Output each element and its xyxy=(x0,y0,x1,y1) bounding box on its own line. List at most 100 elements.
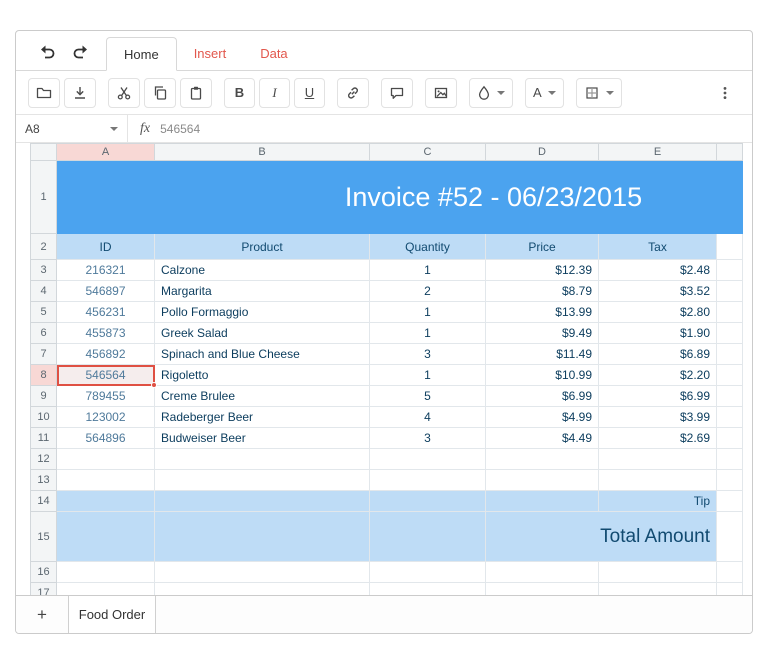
cell-C13[interactable] xyxy=(370,470,486,491)
cell-stub[interactable] xyxy=(717,386,743,407)
font-color-button[interactable]: A xyxy=(525,78,564,108)
cell-D7[interactable]: $11.49 xyxy=(486,344,599,365)
cell-B7[interactable]: Spinach and Blue Cheese xyxy=(155,344,370,365)
cell-A16[interactable] xyxy=(57,562,155,583)
cell-C17[interactable] xyxy=(370,583,486,596)
cell-A5[interactable]: 456231 xyxy=(57,302,155,323)
cell-B4[interactable]: Margarita xyxy=(155,281,370,302)
cell-A6[interactable]: 455873 xyxy=(57,323,155,344)
sheet-tab-food-order[interactable]: Food Order xyxy=(68,596,156,633)
row-header-16[interactable]: 16 xyxy=(31,562,57,583)
cell-E16[interactable] xyxy=(599,562,717,583)
add-sheet-button[interactable]: + xyxy=(16,596,68,633)
cell-C5[interactable]: 1 xyxy=(370,302,486,323)
cell-B2[interactable]: Product xyxy=(155,234,370,260)
cell-C14[interactable] xyxy=(370,491,486,512)
cell-A9[interactable]: 789455 xyxy=(57,386,155,407)
cell-D6[interactable]: $9.49 xyxy=(486,323,599,344)
comment-button[interactable] xyxy=(381,78,413,108)
row-header-4[interactable]: 4 xyxy=(31,281,57,302)
cell-A12[interactable] xyxy=(57,449,155,470)
cell-D4[interactable]: $8.79 xyxy=(486,281,599,302)
cell-A1-merged-title[interactable]: Invoice #52 - 06/23/2015 xyxy=(57,161,743,234)
cell-A8[interactable]: 546564 xyxy=(57,365,155,386)
cell-C7[interactable]: 3 xyxy=(370,344,486,365)
cell-B3[interactable]: Calzone xyxy=(155,260,370,281)
cell-stub[interactable] xyxy=(717,583,743,596)
row-header-9[interactable]: 9 xyxy=(31,386,57,407)
cell-B13[interactable] xyxy=(155,470,370,491)
cell-stub[interactable] xyxy=(717,449,743,470)
cell-E13[interactable] xyxy=(599,470,717,491)
cell-B15[interactable] xyxy=(155,512,370,562)
cell-B12[interactable] xyxy=(155,449,370,470)
cell-E8[interactable]: $2.20 xyxy=(599,365,717,386)
cell-stub[interactable] xyxy=(717,562,743,583)
cell-B10[interactable]: Radeberger Beer xyxy=(155,407,370,428)
cell-D8[interactable]: $10.99 xyxy=(486,365,599,386)
cell-A3[interactable]: 216321 xyxy=(57,260,155,281)
cell-A14[interactable] xyxy=(57,491,155,512)
cell-B14[interactable] xyxy=(155,491,370,512)
corner-cell[interactable] xyxy=(31,144,57,161)
column-header-B[interactable]: B xyxy=(155,144,370,161)
cell-E10[interactable]: $3.99 xyxy=(599,407,717,428)
undo-button[interactable] xyxy=(38,43,56,59)
underline-button[interactable]: U xyxy=(294,78,325,108)
cell-A10[interactable]: 123002 xyxy=(57,407,155,428)
cell-C9[interactable]: 5 xyxy=(370,386,486,407)
fill-handle[interactable] xyxy=(151,382,157,388)
cell-A15[interactable] xyxy=(57,512,155,562)
export-button[interactable] xyxy=(64,78,96,108)
cell-stub[interactable] xyxy=(717,365,743,386)
row-header-17[interactable]: 17 xyxy=(31,583,57,596)
cell-D2[interactable]: Price xyxy=(486,234,599,260)
cell-E5[interactable]: $2.80 xyxy=(599,302,717,323)
row-header-8[interactable]: 8 xyxy=(31,365,57,386)
tab-data[interactable]: Data xyxy=(243,37,304,70)
cell-E7[interactable]: $6.89 xyxy=(599,344,717,365)
paste-button[interactable] xyxy=(180,78,212,108)
cell-C4[interactable]: 2 xyxy=(370,281,486,302)
borders-button[interactable] xyxy=(576,78,622,108)
cell-E2[interactable]: Tax xyxy=(599,234,717,260)
row-header-7[interactable]: 7 xyxy=(31,344,57,365)
cut-button[interactable] xyxy=(108,78,140,108)
tab-home[interactable]: Home xyxy=(106,37,177,71)
cell-A4[interactable]: 546897 xyxy=(57,281,155,302)
bold-button[interactable]: B xyxy=(224,78,255,108)
cell-D5[interactable]: $13.99 xyxy=(486,302,599,323)
row-header-1[interactable]: 1 xyxy=(31,161,57,234)
cell-D11[interactable]: $4.49 xyxy=(486,428,599,449)
row-header-15[interactable]: 15 xyxy=(31,512,57,562)
link-button[interactable] xyxy=(337,78,369,108)
cell-stub[interactable] xyxy=(717,512,743,562)
cell-D10[interactable]: $4.99 xyxy=(486,407,599,428)
open-button[interactable] xyxy=(28,78,60,108)
copy-button[interactable] xyxy=(144,78,176,108)
fill-color-button[interactable] xyxy=(469,78,513,108)
cell-stub[interactable] xyxy=(717,281,743,302)
cell-B5[interactable]: Pollo Formaggio xyxy=(155,302,370,323)
cell-E15-total-amount[interactable]: Total Amount xyxy=(486,512,717,562)
cell-stub[interactable] xyxy=(717,491,743,512)
cell-A11[interactable]: 564896 xyxy=(57,428,155,449)
cell-D14[interactable] xyxy=(486,491,599,512)
row-header-3[interactable]: 3 xyxy=(31,260,57,281)
cell-E12[interactable] xyxy=(599,449,717,470)
cell-C12[interactable] xyxy=(370,449,486,470)
cell-stub[interactable] xyxy=(717,323,743,344)
formula-input[interactable]: 546564 xyxy=(160,122,752,136)
row-header-10[interactable]: 10 xyxy=(31,407,57,428)
column-header-D[interactable]: D xyxy=(486,144,599,161)
row-header-14[interactable]: 14 xyxy=(31,491,57,512)
cell-A17[interactable] xyxy=(57,583,155,596)
cell-E3[interactable]: $2.48 xyxy=(599,260,717,281)
row-header-2[interactable]: 2 xyxy=(31,234,57,260)
cell-stub[interactable] xyxy=(717,260,743,281)
cell-B9[interactable]: Creme Brulee xyxy=(155,386,370,407)
column-header-A[interactable]: A xyxy=(57,144,155,161)
cell-B16[interactable] xyxy=(155,562,370,583)
insert-image-button[interactable] xyxy=(425,78,457,108)
italic-button[interactable]: I xyxy=(259,78,290,108)
